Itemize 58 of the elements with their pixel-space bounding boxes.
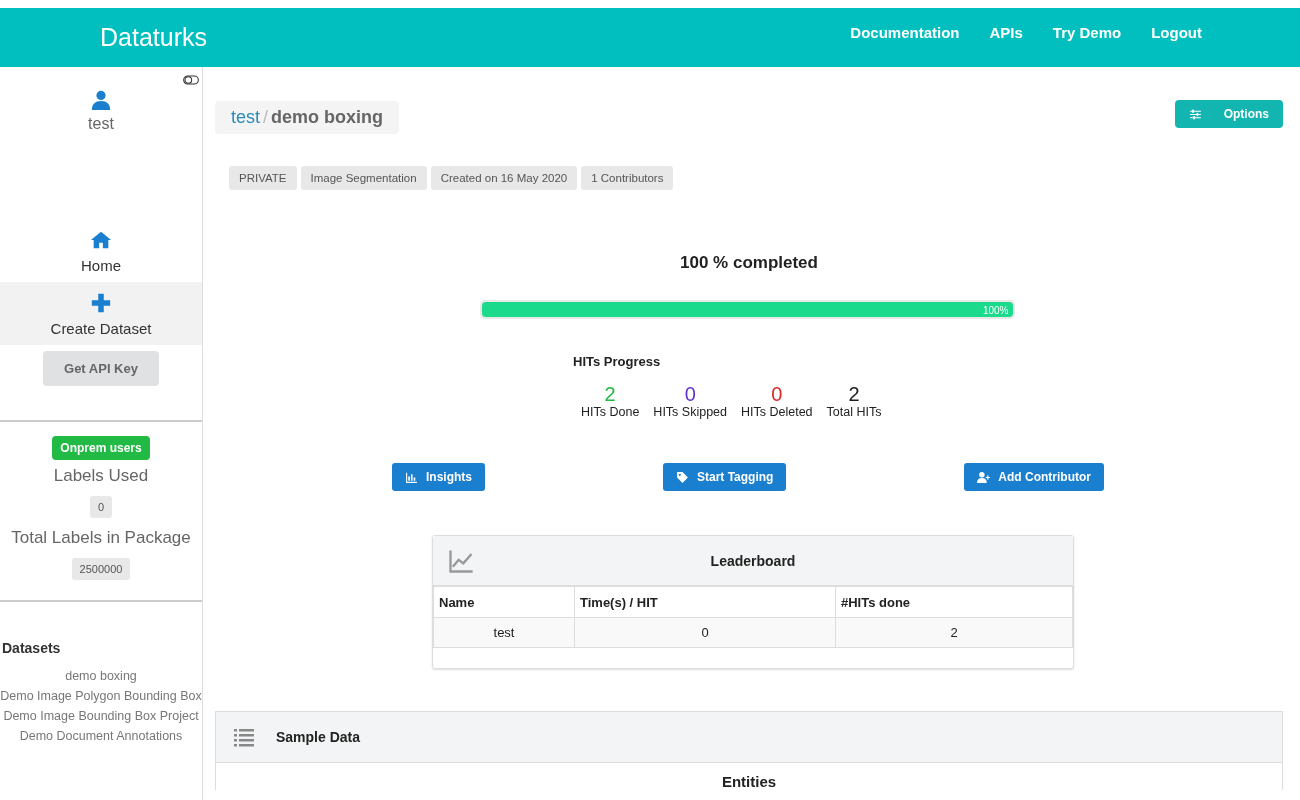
action-button[interactable]: Add Contributor [964, 463, 1104, 491]
project-tag: 1 Contributors [581, 166, 674, 190]
dataset-link[interactable]: demo boxing [0, 666, 202, 686]
options-button[interactable]: Options [1174, 100, 1283, 128]
stat-label: HITs Deleted [741, 405, 813, 419]
api-key-button[interactable]: Get API Key [43, 351, 159, 386]
table-cell: test [433, 617, 575, 648]
sidebar-item[interactable]: Create Dataset [0, 282, 202, 345]
labels-used-count: 0 [89, 496, 113, 518]
action-button[interactable]: Start Tagging [662, 463, 787, 491]
user-icon [90, 89, 112, 111]
toggle-icon [183, 72, 199, 88]
column-header: #HITs done [835, 586, 1073, 618]
labels-used-title: Labels Used [53, 466, 149, 486]
stat-label: Total HITs [826, 405, 882, 419]
leaderboard-title: Leaderboard [709, 552, 797, 569]
nav-link[interactable]: Documentation [820, 24, 960, 41]
home-icon [90, 229, 112, 251]
table-cell: 0 [574, 617, 836, 648]
nav-link[interactable]: Try Demo [1022, 24, 1122, 41]
dataset-link[interactable]: Demo Image Polygon Bounding Box [0, 686, 202, 706]
nav-link[interactable]: Logout [1121, 24, 1202, 41]
stat-value: 2 [604, 383, 616, 405]
datasets-title: Datasets [2, 640, 62, 656]
sliders-icon [1188, 107, 1202, 121]
project-tag: PRIVATE [229, 166, 297, 190]
stat-value: 2 [848, 383, 860, 405]
project-tag: Created on 16 May 2020 [430, 166, 578, 190]
tag-icon [675, 470, 689, 484]
stat-value: 0 [684, 383, 696, 405]
nav-link[interactable]: APIs [959, 24, 1023, 41]
plan-badge: Onprem users [52, 436, 150, 460]
stat-label: HITs Done [581, 405, 640, 419]
hits-title: HITs Progress [573, 354, 662, 369]
project-tag: Image Segmentation [300, 166, 427, 190]
plus-icon [90, 292, 112, 314]
stat-label: HITs Skipped [653, 405, 727, 419]
sidebar-item[interactable]: Home [0, 219, 202, 282]
column-header: Time(s) / HIT [574, 586, 836, 618]
dataset-link[interactable]: Demo Document Annotations [0, 726, 202, 746]
progress-title: 100 % completed [679, 253, 819, 273]
project-name: demo boxing [271, 107, 384, 127]
owner-link[interactable]: test [231, 107, 260, 127]
action-button[interactable]: Insights [392, 463, 485, 491]
dataset-link[interactable]: Demo Image Bounding Box Project [0, 706, 202, 726]
total-labels-count: 2500000 [71, 558, 131, 580]
column-header: Name [433, 586, 575, 618]
bar-chart-icon [405, 470, 418, 484]
add-user-icon [977, 470, 991, 484]
table-cell: 2 [835, 617, 1073, 648]
progress-reading: 100% [982, 305, 1010, 317]
total-labels-title: Total Labels in Package [11, 528, 191, 548]
stat-value: 0 [771, 383, 783, 405]
breadcrumb-separator: / [263, 107, 269, 127]
brand-logo[interactable]: Dataturks [100, 23, 821, 52]
user-name: test [88, 115, 114, 133]
entities-title: Entities [720, 772, 778, 790]
sample-data-title: Sample Data [276, 729, 361, 745]
